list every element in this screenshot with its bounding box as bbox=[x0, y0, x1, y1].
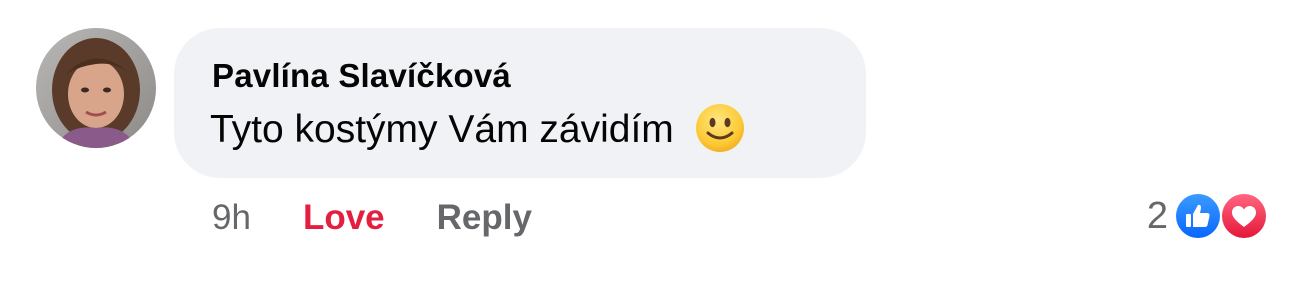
reaction-count: 2 bbox=[1146, 194, 1168, 237]
comment-timestamp[interactable]: 9h bbox=[212, 198, 251, 238]
love-button[interactable]: Love bbox=[303, 198, 385, 238]
slightly-smiling-face-icon bbox=[694, 102, 746, 154]
comment-text-line: Tyto kostýmy Vám závidím bbox=[210, 104, 746, 154]
reply-button[interactable]: Reply bbox=[437, 198, 532, 238]
reaction-icons bbox=[1174, 192, 1268, 240]
comment-bubble: Pavlína Slavíčková Tyto kostýmy Vám závi… bbox=[174, 28, 866, 178]
reaction-summary[interactable]: 2 bbox=[1147, 192, 1268, 240]
comment-text: Tyto kostýmy Vám závidím bbox=[210, 108, 674, 151]
comment-actions: 9h Love Reply bbox=[212, 196, 532, 240]
avatar[interactable] bbox=[36, 28, 156, 148]
like-reaction-icon bbox=[1174, 192, 1222, 240]
love-reaction-icon bbox=[1220, 192, 1268, 240]
comment-author[interactable]: Pavlína Slavíčková bbox=[212, 57, 511, 95]
